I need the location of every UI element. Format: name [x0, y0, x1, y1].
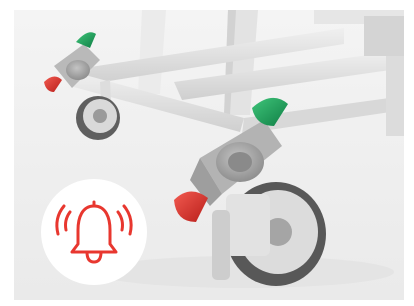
image-frame	[0, 0, 414, 306]
alarm-bell-icon	[41, 179, 147, 285]
alarm-badge	[40, 178, 148, 286]
